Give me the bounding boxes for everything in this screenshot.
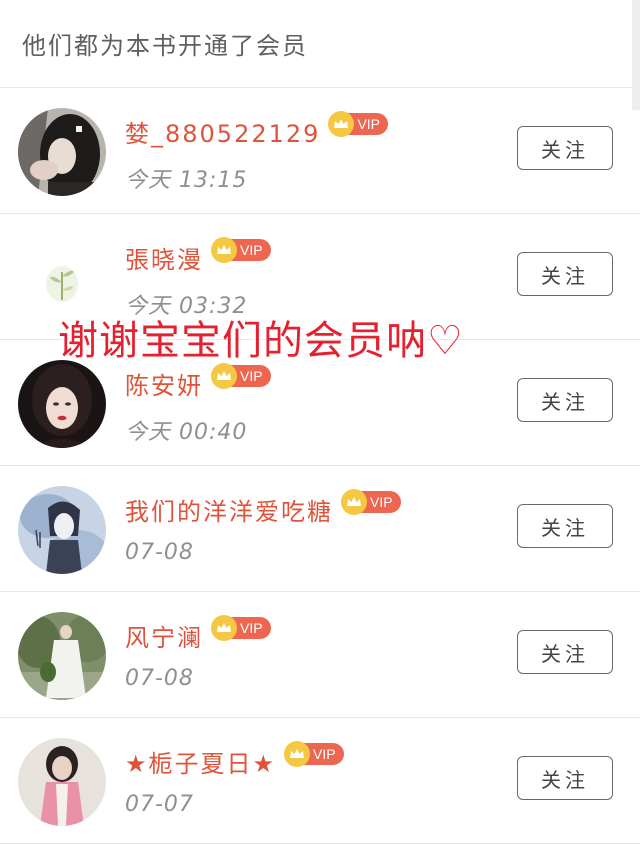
vip-badge: VIP: [284, 740, 344, 767]
list-item[interactable]: 风宁澜 VIP 07-08 关注: [0, 592, 640, 718]
woman-white-dress-garden-icon: [18, 612, 106, 700]
timestamp: 07-07: [125, 792, 194, 817]
vip-badge: VIP: [211, 236, 271, 263]
list-item[interactable]: 婪_880522129 VIP 今天 13:15 关注: [0, 88, 640, 214]
vip-label: VIP: [240, 619, 263, 636]
vip-label: VIP: [313, 745, 336, 762]
avatar[interactable]: [18, 108, 106, 196]
crown-icon: [211, 236, 237, 263]
follow-button[interactable]: 关注: [517, 504, 613, 548]
avatar[interactable]: [18, 486, 106, 574]
user-name[interactable]: 我们的洋洋爱吃糖: [125, 492, 333, 527]
crown-icon: [341, 488, 367, 515]
crown-icon: [211, 362, 237, 389]
user-name[interactable]: 陈安妍: [125, 366, 203, 401]
list-item[interactable]: 我们的洋洋爱吃糖 VIP 07-08 关注: [0, 466, 640, 592]
overlay-caption: 谢谢宝宝们的会员呐♡: [58, 318, 464, 364]
member-list-page: 他们都为本书开通了会员 婪_880522129 VIP 今天 13:15 关注 …: [0, 0, 640, 845]
vip-badge: VIP: [341, 488, 401, 515]
user-name[interactable]: 婪_880522129: [125, 114, 320, 149]
avatar[interactable]: [18, 360, 106, 448]
vip-label: VIP: [357, 115, 381, 132]
timestamp: 07-08: [125, 540, 194, 565]
follow-button[interactable]: 关注: [517, 630, 613, 674]
vip-label: VIP: [240, 367, 263, 384]
crown-icon: [211, 614, 237, 641]
crown-icon: [328, 110, 355, 137]
follow-button[interactable]: 关注: [517, 126, 613, 170]
crown-icon: [284, 740, 311, 767]
follow-button[interactable]: 关注: [517, 756, 613, 800]
timestamp: 07-08: [125, 666, 194, 691]
avatar[interactable]: [18, 738, 106, 826]
vip-badge: VIP: [328, 110, 389, 137]
woman-portrait-red-lips-icon: [18, 360, 106, 448]
anime-boy-illustration-icon: [18, 486, 106, 574]
user-name[interactable]: 风宁澜: [125, 618, 203, 653]
follow-button[interactable]: 关注: [517, 252, 613, 296]
page-title: 他们都为本书开通了会员: [22, 32, 308, 60]
follow-button[interactable]: 关注: [517, 378, 613, 422]
vip-label: VIP: [240, 241, 263, 258]
header: 他们都为本书开通了会员: [0, 0, 640, 110]
list-item[interactable]: ★栀子夏日★ VIP 07-07 关注: [0, 718, 640, 844]
member-list: 婪_880522129 VIP 今天 13:15 关注 張晓漫 VIP 今天 0…: [0, 88, 640, 844]
vip-badge: VIP: [211, 614, 271, 641]
vip-badge: VIP: [211, 362, 271, 389]
user-name[interactable]: ★栀子夏日★: [125, 744, 276, 779]
woman-portrait-dark-hair-icon: [18, 108, 106, 196]
user-name[interactable]: 張晓漫: [125, 240, 203, 275]
timestamp: 今天 13:15: [125, 168, 248, 193]
vip-label: VIP: [370, 493, 393, 510]
woman-pink-jacket-icon: [18, 738, 106, 826]
avatar[interactable]: [18, 612, 106, 700]
timestamp: 今天 00:40: [125, 420, 248, 445]
